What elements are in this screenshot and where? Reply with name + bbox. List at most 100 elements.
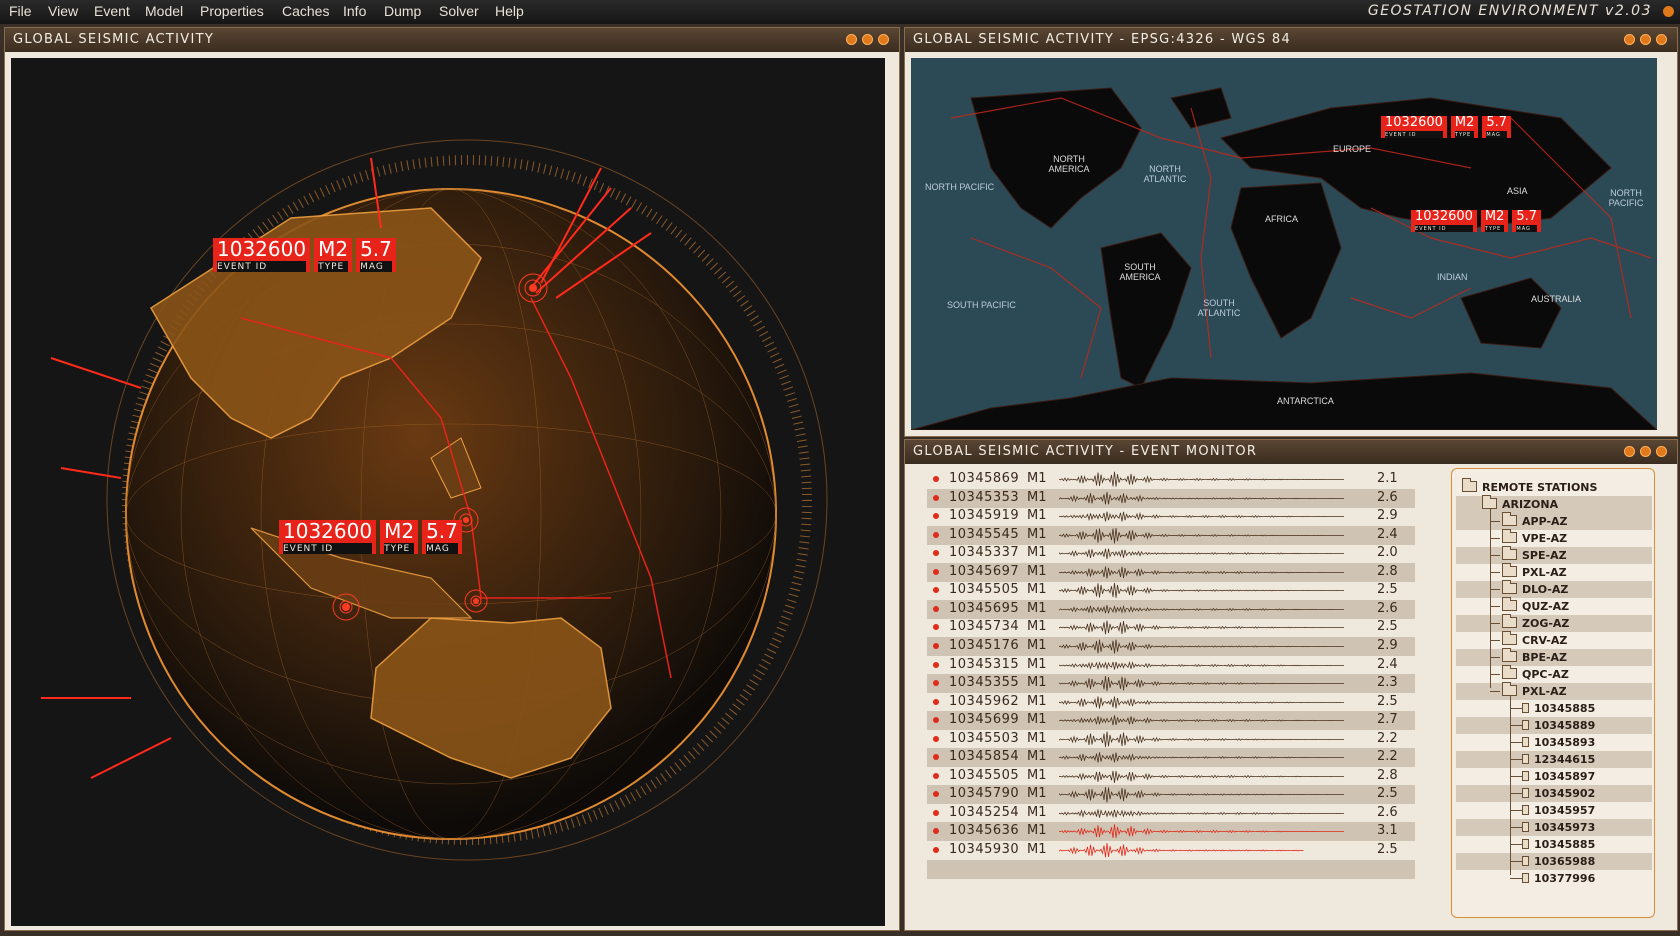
event-row[interactable]: 10345697 M1 2.8 [927,562,1415,582]
event-id: 10345503 [949,730,1020,746]
tree-connector [1490,538,1500,539]
tree-event[interactable]: 10345902 [1456,785,1652,802]
menu-event[interactable]: Event [94,3,130,19]
waveform [1059,471,1344,487]
close-icon[interactable] [878,34,889,45]
menu-view[interactable]: View [48,3,78,19]
event-row[interactable]: 10345919 M1 2.9 [927,507,1415,526]
event-id: 10345930 [949,842,1020,857]
event-magnitude: 3.1 [1377,823,1398,839]
tree-region[interactable]: ARIZONA [1456,495,1652,513]
folder-icon [1462,478,1477,492]
tree-event[interactable]: 12344615 [1456,751,1652,768]
station-tree[interactable]: REMOTE STATIONS ARIZONA APP-AZ VPE-AZ SPE-… [1451,468,1655,918]
event-row[interactable]: 10345545 M1 2.4 [927,525,1415,545]
menu-help[interactable]: Help [495,3,524,19]
event-row[interactable]: 10345176 M1 2.9 [927,636,1415,656]
maximize-icon[interactable] [1640,34,1651,45]
tree-connector [1510,861,1522,862]
globe-viewport[interactable]: 1032600 EVENT ID M2 TYPE 5.7 MAG 1032600 EVE… [11,58,885,926]
tree-event[interactable]: 10345889 [1456,717,1652,734]
event-row[interactable]: 10345695 M1 2.6 [927,599,1415,619]
event-row[interactable]: 10345790 M1 2.5 [927,785,1415,805]
map-event-label-2[interactable]: 1032600 EVENT ID M2 TYPE 5.7 MAG [1411,209,1542,232]
menu-info[interactable]: Info [343,3,366,19]
tree-event[interactable]: 10345973 [1456,819,1652,836]
event-row[interactable]: 10345734 M1 2.5 [927,618,1415,637]
maximize-icon[interactable] [1640,446,1651,457]
tree-station[interactable]: SPE-AZ [1456,546,1652,564]
tree-event[interactable]: 10345893 [1456,734,1652,751]
event-row[interactable]: 10345315 M1 2.4 [927,656,1415,675]
tree-station[interactable]: QPC-AZ [1456,665,1652,683]
tree-station[interactable]: CRV-AZ [1456,631,1652,649]
event-row[interactable]: 10345503 M1 2.2 [927,730,1415,749]
file-icon [1522,720,1529,730]
tree-root[interactable]: REMOTE STATIONS [1456,478,1652,496]
tree-event[interactable]: 10345885 [1456,700,1652,717]
menu-caches[interactable]: Caches [282,3,329,19]
event-row[interactable]: 10345854 M1 2.2 [927,748,1415,768]
tree-connector [1490,674,1500,675]
tree-station[interactable]: APP-AZ [1456,512,1652,530]
world-map[interactable]: NORTH AMERICA NORTH PACIFIC NORTH ATLANT… [910,58,1659,431]
tree-station[interactable]: VPE-AZ [1456,529,1652,547]
event-type: M1 [1027,767,1047,783]
event-row[interactable]: 10345254 M1 2.6 [927,804,1415,823]
event-magnitude: 2.3 [1377,675,1398,691]
menu-properties[interactable]: Properties [200,3,264,19]
tree-label: QPC-AZ [1522,668,1569,681]
tree-event[interactable]: 10345897 [1456,768,1652,785]
event-row[interactable]: 10345355 M1 2.3 [927,674,1415,694]
event-row[interactable]: 10345636 M1 3.1 [927,822,1415,842]
event-row[interactable]: 10345505 M1 2.8 [927,767,1415,786]
globe-event-label-2[interactable]: 1032600 EVENT ID M2 TYPE 5.7 MAG [279,520,462,554]
event-status-icon [933,772,939,779]
close-icon[interactable] [1656,446,1667,457]
menu-model[interactable]: Model [145,3,183,19]
tree-station[interactable]: PXL-AZ [1456,563,1652,581]
close-icon[interactable] [1656,34,1667,45]
event-list[interactable]: 10345869 M1 2.1 10345353 M1 2.6 10345919 M1 2.9 1… [927,470,1415,910]
event-row[interactable]: 10345962 M1 2.5 [927,693,1415,712]
event-magnitude: 2.5 [1377,582,1398,598]
event-row[interactable]: 10345930 M1 2.5 [927,841,1415,860]
menu-dump[interactable]: Dump [384,3,421,19]
event-magnitude: 2.8 [1377,563,1398,579]
event-type: M1 [1027,656,1047,672]
event-type: M1 [1027,693,1047,709]
menu-solver[interactable]: Solver [439,3,479,19]
event-row[interactable]: 10345337 M1 2.0 [927,544,1415,563]
menu-file[interactable]: File [9,3,32,19]
tree-station[interactable]: BPE-AZ [1456,648,1652,666]
event-row[interactable]: 10345699 M1 2.7 [927,711,1415,731]
tree-event[interactable]: 10365988 [1456,853,1652,870]
tree-event[interactable]: 10345885 [1456,836,1652,853]
tree-station[interactable]: PXL-AZ [1456,682,1652,700]
event-magnitude: 2.6 [1377,600,1398,616]
event-status-icon [933,735,939,742]
minimize-icon[interactable] [846,34,857,45]
tree-connector [1490,521,1500,522]
tree-label: 10365988 [1534,855,1596,868]
folder-icon [1482,495,1497,509]
event-type: M1 [1027,600,1047,616]
tree-station[interactable]: ZOG-AZ [1456,614,1652,632]
event-status-icon [933,642,939,649]
window-control-icon[interactable] [1663,6,1674,17]
minimize-icon[interactable] [1624,446,1635,457]
event-type: M1 [1027,712,1047,728]
event-row[interactable]: 10345505 M1 2.5 [927,581,1415,600]
event-row[interactable]: 10345353 M1 2.6 [927,488,1415,508]
tree-station[interactable]: DLO-AZ [1456,580,1652,598]
minimize-icon[interactable] [1624,34,1635,45]
tree-event[interactable]: 10377996 [1456,870,1652,887]
event-status-icon [933,847,939,853]
maximize-icon[interactable] [862,34,873,45]
event-row[interactable]: 10345869 M1 2.1 [927,470,1415,489]
globe-event-label-1[interactable]: 1032600 EVENT ID M2 TYPE 5.7 MAG [213,238,396,272]
event-id: 1032600 [1415,209,1473,224]
map-event-label-1[interactable]: 1032600 EVENT ID M2 TYPE 5.7 MAG [1381,115,1512,138]
tree-event[interactable]: 10345957 [1456,802,1652,819]
tree-station[interactable]: QUZ-AZ [1456,597,1652,615]
